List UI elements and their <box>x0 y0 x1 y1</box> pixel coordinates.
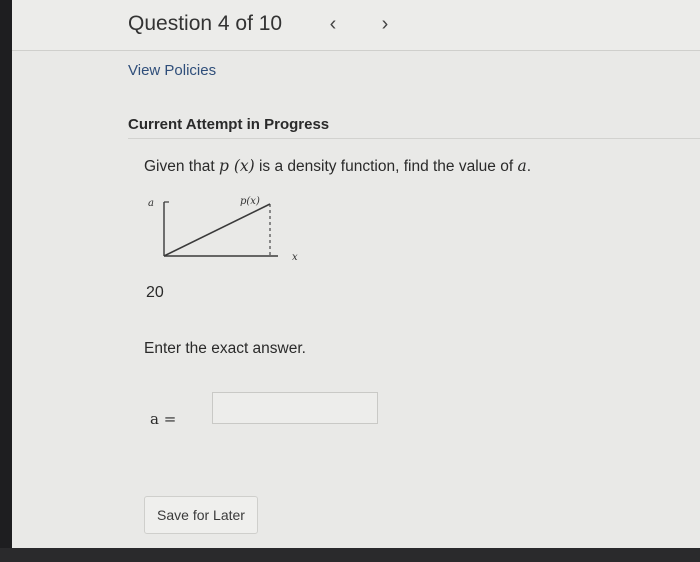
graph-y-label: a <box>148 198 154 209</box>
given-value: 20 <box>146 284 164 301</box>
quiz-screen: Question 4 of 10 ‹ › View Policies Curre… <box>12 0 700 548</box>
graph-curve-label: p(x) <box>240 196 260 207</box>
density-line <box>163 203 271 257</box>
question-counter: Question 4 of 10 <box>128 12 283 35</box>
previous-question-icon[interactable]: ‹ <box>322 10 344 38</box>
attempt-status-heading: Current Attempt in Progress <box>128 116 330 133</box>
next-question-icon[interactable]: › <box>374 10 396 38</box>
graph-x-label: x <box>292 252 298 263</box>
question-header: Question 4 of 10 ‹ › <box>12 0 700 51</box>
question-text-part: is a density function, find the value of <box>254 158 518 175</box>
device-bezel <box>0 0 12 562</box>
density-function-graph: a p(x) x <box>148 196 298 263</box>
question-text-part: . <box>526 158 532 175</box>
section-divider <box>128 138 700 139</box>
answer-label: a = <box>150 410 177 428</box>
question-function: p (x) <box>218 157 255 175</box>
view-policies-link[interactable]: View Policies <box>128 62 216 79</box>
answer-input[interactable] <box>212 392 378 424</box>
save-for-later-button[interactable]: Save for Later <box>144 496 258 534</box>
question-variable: a <box>517 157 527 175</box>
question-text-part: Given that <box>144 158 219 175</box>
answer-instruction: Enter the exact answer. <box>144 340 306 357</box>
device-bezel-bottom <box>0 548 700 562</box>
question-text: Given that p (x) is a density function, … <box>144 157 531 176</box>
